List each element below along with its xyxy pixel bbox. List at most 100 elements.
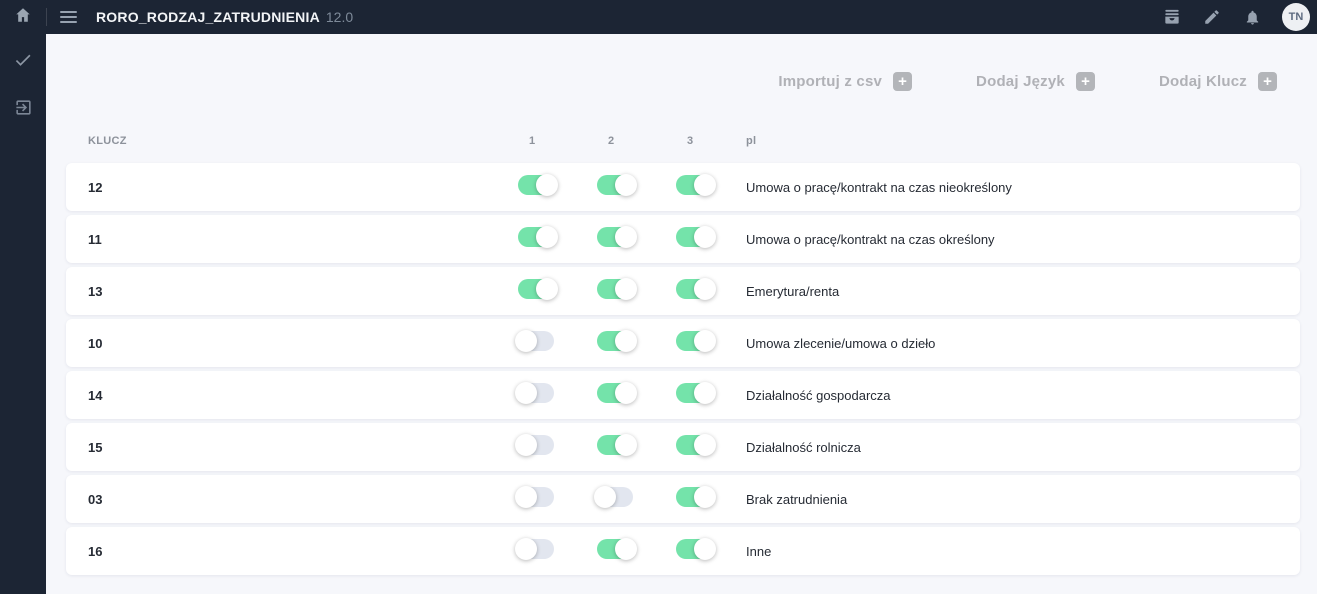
edit-pencil-icon [1203,8,1221,26]
inbox-icon [1162,7,1182,27]
toggle-env-3[interactable] [676,537,716,560]
row-key: 12 [88,179,103,195]
edit-button[interactable] [1202,7,1222,27]
table-row: 14 Działalność gospodarcza [66,371,1300,419]
row-pl-text: Emerytura/renta [746,283,840,299]
toggle-env-3[interactable] [676,485,716,508]
toggle-knob [536,225,558,248]
row-pl-text: Brak zatrudnienia [746,491,848,507]
row-pl-text: Działalność gospodarcza [746,387,891,403]
add-language-button[interactable]: Dodaj Język [976,71,1095,91]
toggle-env-2[interactable] [597,381,637,404]
toggle-knob [694,485,716,508]
toggle-knob [515,329,537,352]
toggle-env-1[interactable] [518,225,558,248]
row-key: 03 [88,491,103,507]
plus-icon [1258,71,1277,91]
toggle-env-1[interactable] [515,485,554,508]
toggle-env-3[interactable] [676,381,716,404]
toggle-env-1[interactable] [515,329,554,352]
topbar-divider [46,8,47,26]
toggle-env-1[interactable] [515,381,554,404]
toggle-knob [615,173,637,196]
toggle-env-2[interactable] [597,329,637,352]
toggle-knob [615,537,637,560]
plus-icon [893,71,913,91]
toggle-knob [615,225,637,248]
toggle-env-2[interactable] [597,225,637,248]
table-row: 12 Umowa o pracę/kontrakt na czas nieokr… [66,163,1300,211]
toggle-env-3[interactable] [676,433,716,456]
user-avatar[interactable]: TN [1282,3,1310,31]
import-csv-button[interactable]: Importuj z csv [778,71,913,91]
toggle-env-2[interactable] [597,537,637,560]
add-language-label: Dodaj Język [976,72,1065,90]
table-row: 15 Działalność rolnicza [66,423,1300,471]
toggle-knob [615,433,637,456]
page-version: 12.0 [325,9,354,25]
toggle-env-1[interactable] [515,537,554,560]
row-pl-text: Umowa o pracę/kontrakt na czas określony [746,231,995,247]
row-key: 15 [88,439,103,455]
row-key: 11 [88,231,102,247]
toggle-env-2[interactable] [597,433,637,456]
home-button[interactable] [0,6,46,29]
column-header-pl: pl [746,135,757,147]
toggle-knob [515,433,537,456]
toggle-knob [615,277,637,300]
page-title: RORO_RODZAJ_ZATRUDNIENIA [96,9,320,25]
row-key: 16 [88,543,103,559]
sidebar-item-approve[interactable] [0,42,46,82]
menu-toggle-button[interactable] [58,7,79,27]
table-row: 10 Umowa zlecenie/umowa o dzieło [66,319,1300,367]
toggle-knob [515,485,537,508]
column-header-1: 1 [529,135,536,147]
notifications-button[interactable] [1242,7,1262,27]
toggle-env-1[interactable] [515,433,554,456]
toggle-env-2[interactable] [597,173,637,196]
toggle-knob [694,537,716,560]
toggle-env-1[interactable] [518,173,558,196]
toggle-env-3[interactable] [676,225,716,248]
table-row: 16 Inne [66,527,1300,575]
menu-icon [60,11,77,13]
toggle-env-3[interactable] [676,277,716,300]
plus-icon [1075,71,1095,91]
toggle-knob [515,537,537,560]
column-header-2: 2 [608,135,615,147]
import-csv-label: Importuj z csv [778,72,883,90]
topbar-actions: TN [1162,3,1310,31]
toggle-env-2[interactable] [597,277,637,300]
toggle-knob [594,485,616,508]
toggle-env-1[interactable] [518,277,558,300]
toggle-env-3[interactable] [676,173,716,196]
sidebar-item-exit[interactable] [0,90,46,130]
toggle-env-3[interactable] [676,329,716,352]
table-row: 03 Brak zatrudnienia [66,475,1300,523]
row-pl-text: Umowa zlecenie/umowa o dzieło [746,335,936,351]
exit-to-app-icon [14,98,33,122]
topbar: RORO_RODZAJ_ZATRUDNIENIA 12.0 TN [0,0,1317,34]
row-key: 10 [88,335,103,351]
toggle-knob [694,381,716,404]
row-pl-text: Inne [746,543,772,559]
toggle-knob [515,381,537,404]
main-content: Importuj z csv Dodaj Język Dodaj Klucz K… [46,34,1317,594]
toggle-knob [694,433,716,456]
row-pl-text: Działalność rolnicza [746,439,861,455]
toggle-knob [694,173,716,196]
table-row: 13 Emerytura/renta [66,267,1300,315]
sidebar [0,34,46,594]
inbox-button[interactable] [1162,7,1182,27]
row-pl-text: Umowa o pracę/kontrakt na czas nieokreśl… [746,179,1012,195]
toggle-knob [615,381,637,404]
toggle-knob [694,277,716,300]
toggle-knob [694,329,716,352]
toggle-knob [615,329,637,352]
toggle-env-2[interactable] [594,485,633,508]
add-key-label: Dodaj Klucz [1158,72,1247,90]
home-icon [14,6,32,29]
translations-table: KLUCZ 1 2 3 pl 12 Umowa o pracę/kontrakt… [66,119,1300,575]
add-key-button[interactable]: Dodaj Klucz [1158,71,1277,91]
toggle-knob [694,225,716,248]
